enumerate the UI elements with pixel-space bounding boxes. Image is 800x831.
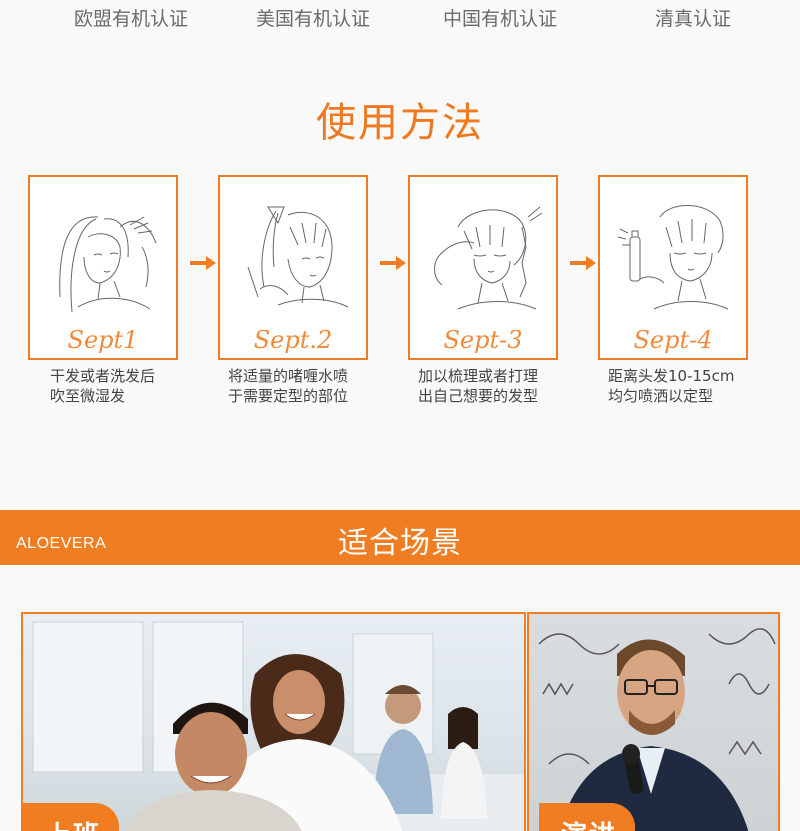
- cert-china-organic: 中国有机认证: [443, 8, 558, 30]
- cert-halal: 清真认证: [655, 8, 732, 30]
- certification-row: 欧盟有机认证 美国有机认证 中国有机认证 清真认证: [0, 0, 800, 34]
- speech-photo: 演讲: [527, 612, 780, 831]
- step-3-description: 加以梳理或者打理 出自己想要的发型: [418, 366, 538, 406]
- office-photo: 上班: [21, 612, 526, 831]
- step-1-desc-line1: 干发或者洗发后: [50, 367, 156, 385]
- arrow-right-icon: [380, 256, 406, 270]
- step-2-card: Sept.2: [218, 175, 368, 360]
- step-1-desc-line2: 吹至微湿发: [50, 387, 126, 405]
- step-2-label: Sept.2: [253, 326, 333, 354]
- office-team-photo-icon: [32, 621, 524, 831]
- speaker-microphone-photo-icon: [538, 628, 776, 831]
- step-3-desc-line2: 出自己想要的发型: [418, 387, 539, 405]
- combing-hair-sketch-icon: [434, 206, 543, 310]
- scenes-banner: ALOEVERA 适合场景: [0, 510, 800, 565]
- spraying-style-sketch-icon: [617, 204, 729, 310]
- hair-drying-sketch-icon: [59, 216, 157, 313]
- arrow-right-icon: [570, 256, 596, 270]
- step-1-label: Sept1: [67, 326, 139, 354]
- step-2-desc-line1: 将适量的啫喱水喷: [228, 367, 349, 385]
- step-3-desc-line1: 加以梳理或者打理: [418, 367, 539, 385]
- step-2-description: 将适量的啫喱水喷 于需要定型的部位: [228, 366, 348, 406]
- cert-eu-organic: 欧盟有机认证: [74, 8, 189, 30]
- step-1-description: 干发或者洗发后 吹至微湿发: [50, 366, 155, 406]
- step-4-description: 距离头发10-15cm 均匀喷洒以定型: [608, 366, 734, 406]
- scenes-title: 适合场景: [338, 526, 462, 561]
- spraying-gel-sketch-icon: [247, 206, 349, 308]
- step-4-desc-line1: 距离头发10-15cm: [608, 367, 735, 385]
- step-4-desc-line2: 均匀喷洒以定型: [608, 387, 714, 405]
- step-2-desc-line2: 于需要定型的部位: [228, 387, 349, 405]
- step-4-label: Sept-4: [633, 326, 713, 354]
- cert-us-organic: 美国有机认证: [256, 8, 371, 30]
- step-1-card: Sept1: [28, 175, 178, 360]
- speech-tag: 演讲: [539, 803, 636, 831]
- usage-title: 使用方法: [316, 100, 484, 146]
- step-3-card: Sept-3: [408, 175, 558, 360]
- arrow-right-icon: [190, 256, 216, 270]
- office-tag: 上班: [23, 803, 120, 831]
- step-3-label: Sept-3: [443, 326, 523, 354]
- step-4-card: Sept-4: [598, 175, 748, 360]
